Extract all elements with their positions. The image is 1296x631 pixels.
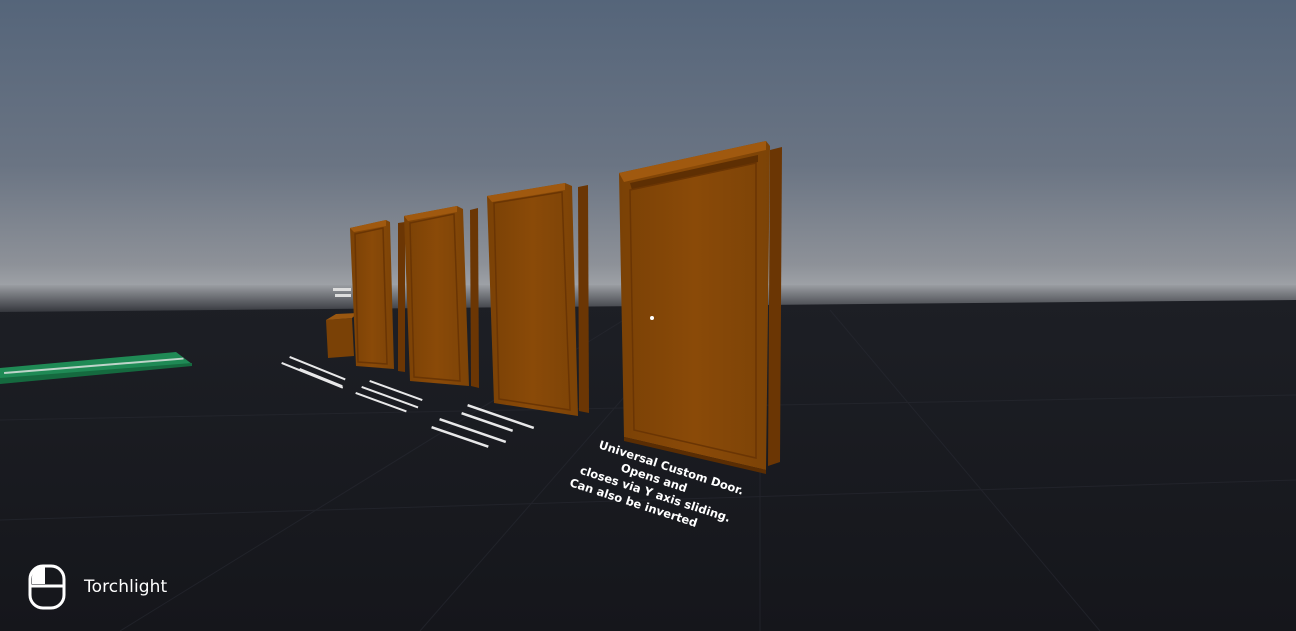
hud-action-label: Torchlight (84, 577, 168, 597)
game-viewport[interactable]: Universal Custom Door. Opens and closes … (0, 0, 1296, 631)
mouse-icon (28, 564, 66, 610)
hud-prompt: Torchlight (28, 564, 167, 610)
door-4[interactable] (619, 141, 782, 474)
crosshair (650, 316, 654, 320)
